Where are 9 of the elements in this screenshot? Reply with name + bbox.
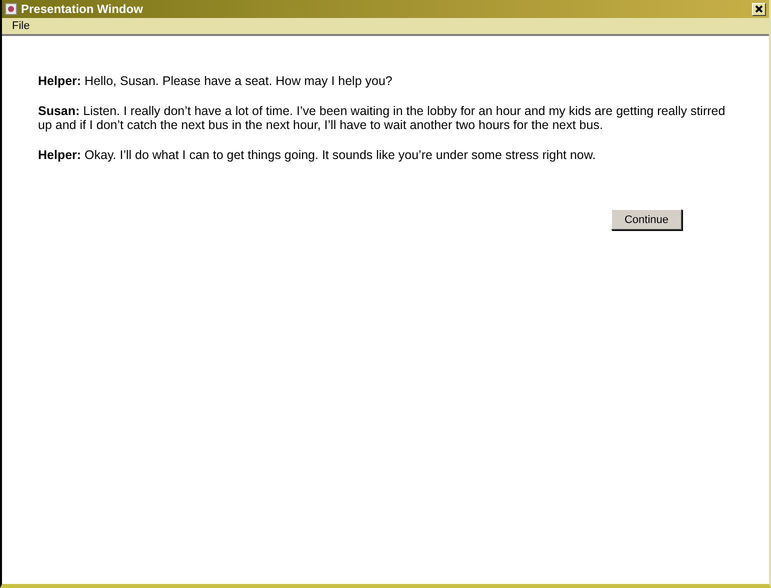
continue-button[interactable]: Continue: [611, 209, 682, 230]
menu-item[interactable]: File: [12, 20, 30, 32]
close-button[interactable]: [752, 2, 766, 16]
close-icon: [755, 5, 763, 13]
dialogue-line: Susan: Listen. I really don’t have a lot of time. I’ve been waiting in the lobby for an hour and my kids are getting really stirred up and if I don’t catch the next bus in the next hour, I’ll have to wait another two hours for the next bus.: [38, 104, 726, 132]
dialogue-line: Helper: Hello, Susan. Please have a seat. How may I help you?: [38, 74, 394, 88]
window-title: Presentation Window: [21, 2, 143, 16]
dialogue-line: Helper: Okay. I’ll do what I can to get things going. It sounds like you’re under some stress right now.: [38, 148, 597, 162]
app-icon: [5, 3, 17, 15]
